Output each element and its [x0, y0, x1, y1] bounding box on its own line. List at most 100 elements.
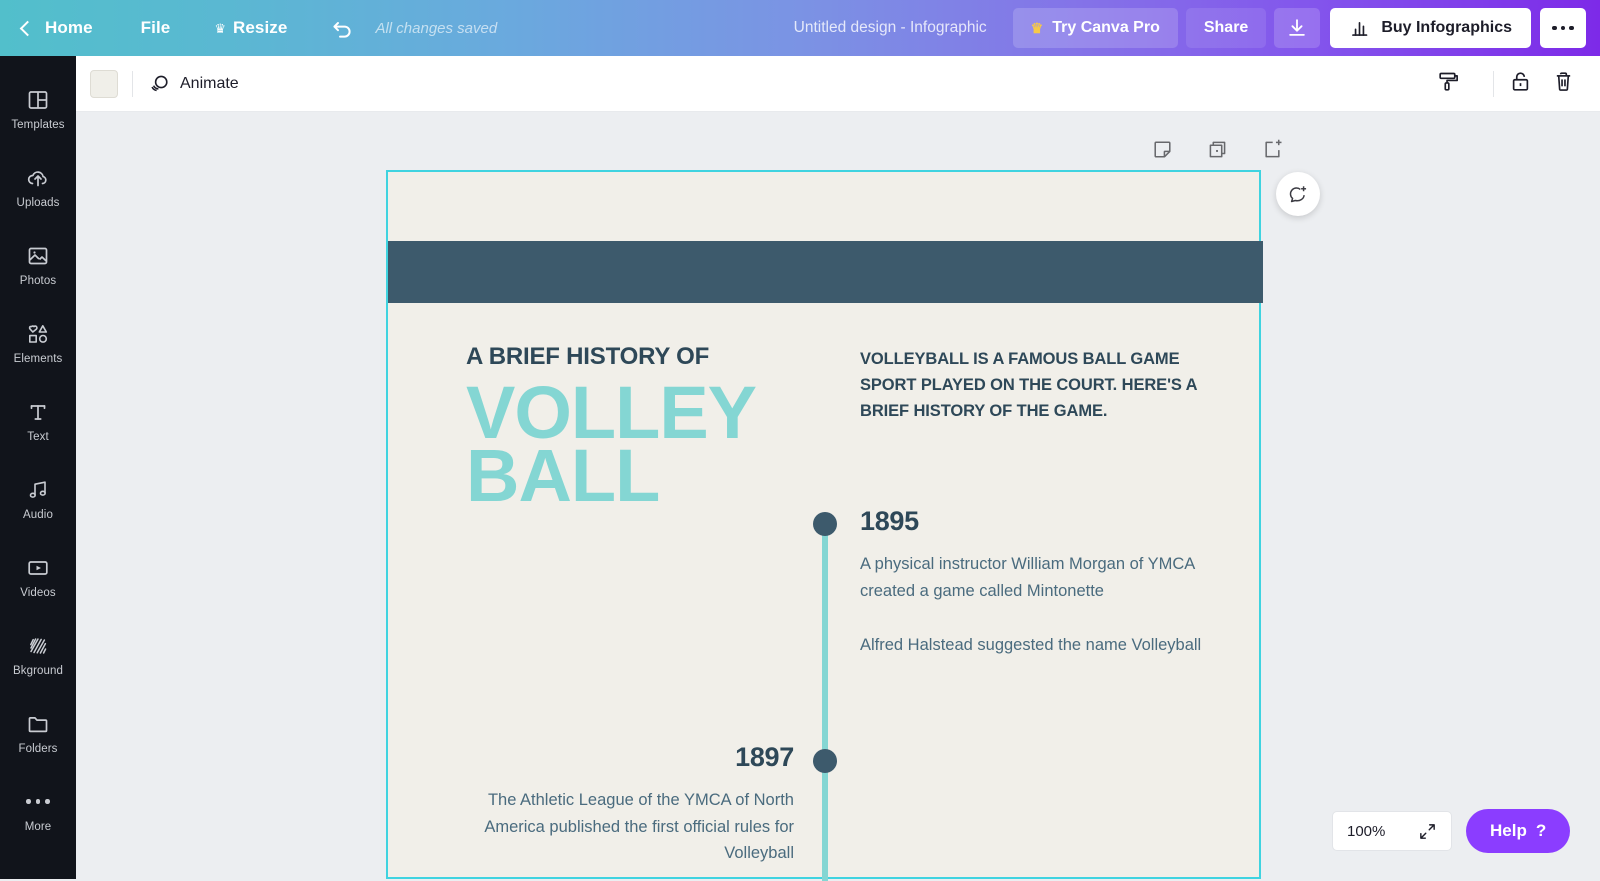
- resize-button[interactable]: ♛ Resize: [214, 18, 287, 38]
- color-swatch-button[interactable]: [90, 69, 118, 98]
- headline-block[interactable]: A BRIEF HISTORY OF VOLLEY BALL: [466, 343, 866, 512]
- sticky-note-icon: [1154, 141, 1171, 158]
- ellipsis-icon: [26, 790, 50, 814]
- trash-icon: [1556, 71, 1571, 91]
- toolbar-divider: [132, 70, 133, 97]
- headline-eyebrow: A BRIEF HISTORY OF: [466, 343, 710, 370]
- sidebar-item-uploads[interactable]: Uploads: [0, 148, 76, 226]
- add-comment-icon: [1289, 186, 1307, 203]
- left-sidebar: Templates Uploads Photos Elements Text A…: [0, 56, 76, 879]
- undo-button[interactable]: [331, 16, 355, 40]
- back-chevron-icon: [19, 20, 36, 36]
- timeline-dot-1897: [813, 749, 837, 773]
- page-tools: [1151, 138, 1284, 166]
- buy-infographics-label: Buy Infographics: [1381, 19, 1512, 36]
- sidebar-label: Bkground: [12, 664, 64, 677]
- home-button[interactable]: Home: [0, 0, 93, 56]
- lock-button[interactable]: [1508, 69, 1533, 99]
- bar-chart-icon: [1352, 21, 1368, 36]
- download-icon: [1289, 19, 1306, 36]
- sidebar-label: Templates: [11, 118, 65, 131]
- share-button[interactable]: Share: [1185, 8, 1267, 48]
- delete-button[interactable]: [1551, 69, 1576, 99]
- toolbar-divider: [1493, 70, 1494, 97]
- event-year: 1895: [860, 506, 919, 536]
- resize-label: Resize: [232, 18, 288, 37]
- headline-main: VOLLEY BALL: [466, 376, 866, 512]
- sidebar-label: More: [24, 820, 52, 833]
- help-label: Help: [1490, 821, 1527, 840]
- try-canva-pro-button[interactable]: ♛ Try Canva Pro: [1012, 8, 1178, 48]
- circles-icon: [151, 75, 168, 91]
- add-page-button[interactable]: [1261, 138, 1284, 166]
- sidebar-item-elements[interactable]: Elements: [0, 304, 76, 382]
- undo-arrow-icon: [333, 22, 351, 38]
- event-body: The Athletic League of the YMCA of North…: [484, 787, 794, 867]
- ellipsis-icon: [1569, 25, 1574, 31]
- sidebar-label: Uploads: [16, 196, 60, 209]
- expand-arrows-icon[interactable]: [1418, 822, 1437, 841]
- document-title[interactable]: Untitled design - Infographic: [794, 19, 987, 37]
- music-note-icon: [29, 480, 46, 498]
- copy-style-button[interactable]: [1436, 69, 1461, 99]
- top-header-bar: Home File ♛ Resize All changes saved Unt…: [0, 0, 1600, 56]
- timeline-event-1895[interactable]: 1895 A physical instructor William Morga…: [860, 506, 1210, 659]
- add-page-icon: [1265, 139, 1282, 158]
- design-canvas[interactable]: A BRIEF HISTORY OF VOLLEY BALL VOLLEYBAL…: [386, 170, 1263, 881]
- animate-button[interactable]: Animate: [147, 72, 239, 96]
- timeline-line: [822, 522, 828, 881]
- text-t-icon: [30, 404, 46, 420]
- duplicate-page-button[interactable]: [1206, 138, 1229, 166]
- event-paragraph: The Athletic League of the YMCA of North…: [484, 791, 794, 863]
- sidebar-label: Audio: [23, 508, 53, 521]
- sidebar-item-videos[interactable]: Videos: [0, 538, 76, 616]
- unlock-padlock-icon: [1512, 71, 1529, 91]
- crown-icon: ♛: [214, 20, 226, 36]
- more-options-button[interactable]: [1540, 8, 1586, 48]
- ellipsis-icon: [1560, 25, 1566, 31]
- shapes-icon: [28, 324, 48, 343]
- sidebar-label: Videos: [20, 586, 56, 599]
- animate-label: Animate: [180, 74, 239, 92]
- element-toolbar: Animate: [76, 56, 1600, 112]
- help-button[interactable]: Help ?: [1466, 809, 1571, 853]
- crown-icon: ♛: [1030, 20, 1044, 36]
- hatch-pattern-icon: [30, 637, 47, 654]
- sidebar-item-text[interactable]: Text: [0, 382, 76, 460]
- event-paragraph: Alfred Halstead suggested the name Volle…: [860, 636, 1202, 655]
- sidebar-item-audio[interactable]: Audio: [0, 460, 76, 538]
- zoom-level-label: 100%: [1347, 822, 1386, 840]
- help-question-mark: ?: [1535, 821, 1547, 840]
- ellipsis-icon: [1552, 25, 1557, 31]
- try-canva-pro-label: Try Canva Pro: [1052, 19, 1160, 36]
- intro-paragraph[interactable]: VOLLEYBALL IS A FAMOUS BALL GAME SPORT P…: [860, 346, 1230, 424]
- buy-infographics-button[interactable]: Buy Infographics: [1330, 8, 1531, 48]
- sidebar-item-more[interactable]: More: [0, 772, 76, 850]
- sidebar-label: Text: [27, 430, 49, 443]
- add-comment-button[interactable]: [1276, 172, 1320, 216]
- timeline-dot-1895: [813, 512, 837, 536]
- sidebar-item-templates[interactable]: Templates: [0, 70, 76, 148]
- timeline-event-1897[interactable]: 1897 The Athletic League of the YMCA of …: [484, 742, 794, 867]
- sidebar-item-bkground[interactable]: Bkground: [0, 616, 76, 694]
- save-status-label: All changes saved: [375, 19, 498, 37]
- canvas-workspace: A BRIEF HISTORY OF VOLLEY BALL VOLLEYBAL…: [76, 112, 1600, 881]
- upload-cloud-icon: [27, 170, 47, 186]
- duplicate-page-icon: [1209, 141, 1226, 158]
- templates-icon: [28, 90, 48, 109]
- sidebar-item-photos[interactable]: Photos: [0, 226, 76, 304]
- sidebar-label: Folders: [18, 742, 58, 755]
- sidebar-item-folders[interactable]: Folders: [0, 694, 76, 772]
- home-label: Home: [45, 18, 93, 37]
- event-year: 1897: [735, 742, 794, 772]
- notes-button[interactable]: [1151, 138, 1174, 166]
- video-play-icon: [28, 560, 48, 575]
- file-menu-button[interactable]: File: [141, 18, 171, 38]
- download-button[interactable]: [1274, 8, 1321, 48]
- event-body: A physical instructor William Morgan of …: [860, 551, 1210, 659]
- header-band: [388, 241, 1263, 303]
- sidebar-label: Elements: [13, 352, 63, 365]
- zoom-control[interactable]: 100%: [1332, 811, 1452, 851]
- sidebar-label: Photos: [19, 274, 57, 287]
- folder-icon: [28, 716, 48, 732]
